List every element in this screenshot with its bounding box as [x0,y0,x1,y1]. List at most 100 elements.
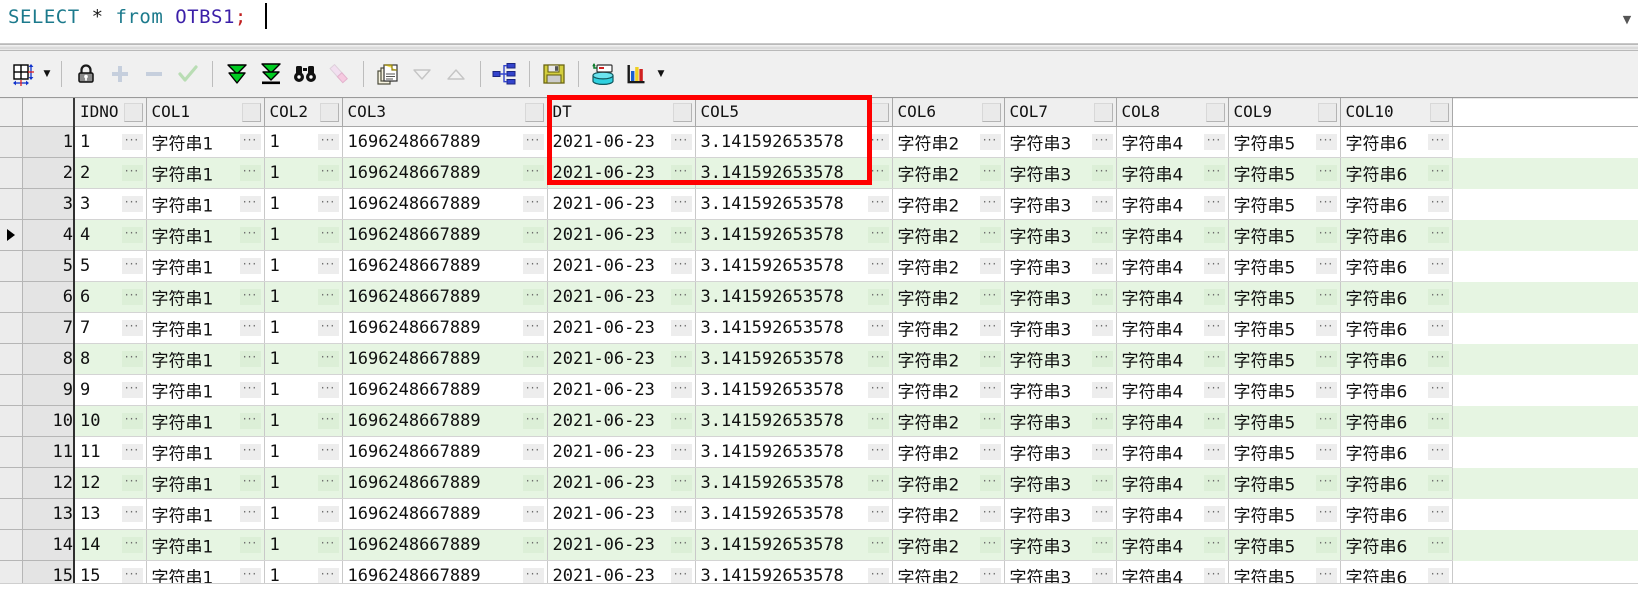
cell-expand-button[interactable]: ··· [1315,413,1337,429]
cell-expand-button[interactable]: ··· [317,475,339,491]
cell-col2[interactable]: 1 ··· [264,157,343,189]
cell-expand-button[interactable]: ··· [670,258,692,274]
cell-expand-button[interactable]: ··· [121,227,143,243]
cell-col6[interactable]: 字符串2 ··· [892,467,1005,499]
cell-idno[interactable]: 11 ··· [74,436,147,468]
cell-expand-button[interactable]: ··· [121,568,143,584]
cell-col10[interactable]: 字符串6 ··· [1340,157,1453,189]
cell-col3[interactable]: 1696248667889 ··· [342,312,548,344]
commit-record-button[interactable] [171,57,205,91]
delete-record-button[interactable] [137,57,171,91]
cell-expand-button[interactable]: ··· [670,196,692,212]
cell-col1[interactable]: 字符串1 ··· [146,126,265,158]
column-header-col5[interactable]: COL5 [695,98,893,127]
cell-expand-button[interactable]: ··· [317,289,339,305]
table-row[interactable]: 13 13 ··· 字符串1 ··· 1 ··· 1696248667889 ··· 2021-0… [0,498,1638,530]
cell-expand-button[interactable]: ··· [317,506,339,522]
cell-expand-button[interactable]: ··· [1427,351,1449,367]
column-header-col9[interactable]: COL9 [1228,98,1341,127]
cell-col9[interactable]: 字符串5 ··· [1228,157,1341,189]
column-header-col6[interactable]: COL6 [892,98,1005,127]
cell-expand-button[interactable]: ··· [867,444,889,460]
sort-descending-button[interactable] [405,57,439,91]
cell-col6[interactable]: 字符串2 ··· [892,343,1005,375]
cell-col6[interactable]: 字符串2 ··· [892,219,1005,251]
cell-dt[interactable]: 2021-06-23 ··· [547,250,696,282]
cell-col7[interactable]: 字符串3 ··· [1004,188,1117,220]
cell-expand-button[interactable]: ··· [239,289,261,305]
row-number[interactable]: 1 [22,126,75,158]
cell-col9[interactable]: 字符串5 ··· [1228,312,1341,344]
cell-expand-button[interactable]: ··· [1427,382,1449,398]
cell-expand-button[interactable]: ··· [317,134,339,150]
cell-expand-button[interactable]: ··· [670,134,692,150]
cell-expand-button[interactable]: ··· [1427,506,1449,522]
column-filter-button[interactable] [241,103,261,122]
cell-col10[interactable]: 字符串6 ··· [1340,467,1453,499]
row-marker[interactable] [0,312,23,344]
row-marker[interactable] [0,281,23,313]
cell-expand-button[interactable]: ··· [670,506,692,522]
cell-expand-button[interactable]: ··· [1091,320,1113,336]
cell-expand-button[interactable]: ··· [121,351,143,367]
cell-expand-button[interactable]: ··· [1203,475,1225,491]
column-header-col10[interactable]: COL10 [1340,98,1453,127]
cell-expand-button[interactable]: ··· [1315,165,1337,181]
cell-expand-button[interactable]: ··· [1315,196,1337,212]
cell-col8[interactable]: 字符串4 ··· [1116,250,1229,282]
cell-col6[interactable]: 字符串2 ··· [892,126,1005,158]
cell-expand-button[interactable]: ··· [1315,475,1337,491]
row-marker[interactable] [0,374,23,406]
cell-expand-button[interactable]: ··· [1315,537,1337,553]
table-row[interactable]: 1 1 ··· 字符串1 ··· 1 ··· 1696248667889 ··· 2021-06-… [0,126,1638,158]
column-filter-button[interactable] [672,103,692,122]
table-row[interactable]: 8 8 ··· 字符串1 ··· 1 ··· 1696248667889 ··· 2021-06-… [0,343,1638,375]
cell-col5[interactable]: 3.141592653578 ··· [695,188,893,220]
cell-expand-button[interactable]: ··· [1315,351,1337,367]
find-button[interactable] [288,57,322,91]
cell-expand-button[interactable]: ··· [317,568,339,584]
cell-expand-button[interactable]: ··· [121,475,143,491]
cell-col2[interactable]: 1 ··· [264,374,343,406]
cell-expand-button[interactable]: ··· [1315,227,1337,243]
cell-expand-button[interactable]: ··· [239,320,261,336]
row-marker[interactable] [0,219,23,251]
cell-col10[interactable]: 字符串6 ··· [1340,126,1453,158]
cell-expand-button[interactable]: ··· [317,537,339,553]
cell-expand-button[interactable]: ··· [1091,444,1113,460]
column-header-col8[interactable]: COL8 [1116,98,1229,127]
cell-dt[interactable]: 2021-06-23 ··· [547,498,696,530]
cell-expand-button[interactable]: ··· [979,568,1001,584]
save-button[interactable] [537,57,571,91]
cell-col6[interactable]: 字符串2 ··· [892,281,1005,313]
cell-col6[interactable]: 字符串2 ··· [892,529,1005,561]
cell-dt[interactable]: 2021-06-23 ··· [547,405,696,437]
table-row[interactable]: 12 12 ··· 字符串1 ··· 1 ··· 1696248667889 ··· 2021-0… [0,467,1638,499]
cell-dt[interactable]: 2021-06-23 ··· [547,188,696,220]
cell-col10[interactable]: 字符串6 ··· [1340,281,1453,313]
column-filter-button[interactable] [1205,103,1225,122]
cell-col3[interactable]: 1696248667889 ··· [342,529,548,561]
table-row[interactable]: 9 9 ··· 字符串1 ··· 1 ··· 1696248667889 ··· 2021-06-… [0,374,1638,406]
cell-expand-button[interactable]: ··· [239,351,261,367]
fetch-all-button[interactable] [254,57,288,91]
column-header-col3[interactable]: COL3 [342,98,548,127]
cell-col1[interactable]: 字符串1 ··· [146,188,265,220]
cell-col3[interactable]: 1696248667889 ··· [342,157,548,189]
chart-button[interactable] [620,57,654,91]
cell-col2[interactable]: 1 ··· [264,343,343,375]
column-filter-button[interactable] [524,103,544,122]
cell-idno[interactable]: 8 ··· [74,343,147,375]
cell-col8[interactable]: 字符串4 ··· [1116,281,1229,313]
cell-col6[interactable]: 字符串2 ··· [892,157,1005,189]
cell-expand-button[interactable]: ··· [1427,537,1449,553]
cell-col9[interactable]: 字符串5 ··· [1228,126,1341,158]
row-marker[interactable] [0,126,23,158]
cell-col10[interactable]: 字符串6 ··· [1340,529,1453,561]
cell-expand-button[interactable]: ··· [979,289,1001,305]
column-filter-button[interactable] [1429,103,1449,122]
cell-expand-button[interactable]: ··· [979,258,1001,274]
copy-records-button[interactable] [371,57,405,91]
cell-col1[interactable]: 字符串1 ··· [146,219,265,251]
row-marker[interactable] [0,467,23,499]
